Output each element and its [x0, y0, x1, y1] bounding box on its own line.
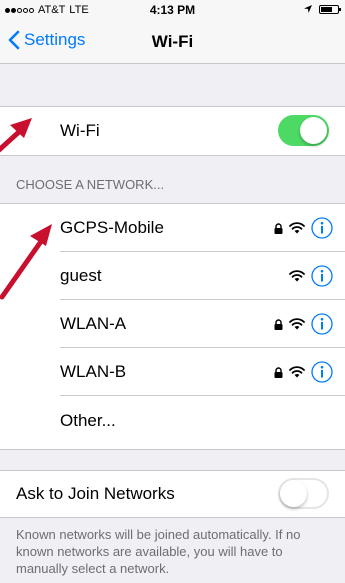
status-bar: AT&T LTE 4:13 PM	[0, 0, 345, 20]
network-row[interactable]: guest	[0, 252, 345, 300]
info-icon[interactable]	[311, 217, 333, 239]
wifi-row: Wi-Fi	[0, 107, 345, 155]
battery-icon	[319, 4, 341, 14]
ask-join-toggle[interactable]	[278, 478, 329, 509]
info-icon[interactable]	[311, 313, 333, 335]
wifi-label: Wi-Fi	[60, 121, 100, 140]
lock-icon	[274, 366, 283, 378]
status-time: 4:13 PM	[149, 3, 196, 17]
other-network-label: Other...	[60, 410, 116, 430]
toggle-knob	[300, 117, 327, 144]
network-name: WLAN-A	[60, 314, 127, 333]
ask-join-group: Ask to Join Networks	[0, 470, 345, 518]
wifi-signal-icon	[289, 318, 305, 330]
network-name: GCPS-Mobile	[60, 218, 164, 237]
network-icons	[274, 361, 333, 383]
lock-icon	[274, 318, 283, 330]
ask-join-label: Ask to Join Networks	[16, 484, 175, 503]
network-row[interactable]: WLAN-B	[0, 348, 345, 396]
network-row[interactable]: WLAN-A	[0, 300, 345, 348]
network-name: guest	[60, 266, 102, 285]
info-icon[interactable]	[311, 265, 333, 287]
page-title: Wi-Fi	[151, 32, 194, 51]
navigation-bar: Settings Wi-Fi	[0, 20, 345, 64]
wifi-signal-icon	[289, 366, 305, 378]
section-header: CHOOSE A NETWORK...	[16, 177, 165, 192]
wifi-signal-icon	[289, 270, 305, 282]
toggle-knob	[280, 480, 307, 507]
status-right	[303, 4, 341, 14]
wifi-group: Wi-Fi	[0, 106, 345, 156]
network-icons	[274, 313, 333, 335]
network-row[interactable]: GCPS-Mobile	[0, 204, 345, 252]
network-icons	[289, 265, 333, 287]
info-icon[interactable]	[311, 361, 333, 383]
wifi-signal-icon	[289, 222, 305, 234]
ask-join-footer: Known networks will be joined automatica…	[16, 527, 301, 576]
wifi-toggle[interactable]	[278, 115, 329, 146]
ask-join-row: Ask to Join Networks	[0, 471, 345, 517]
network-list: GCPS-Mobile guest WLAN-A WLAN-B Other...	[0, 203, 345, 450]
other-network-row[interactable]: Other...	[0, 396, 345, 445]
lock-icon	[274, 222, 283, 234]
network-icons	[274, 217, 333, 239]
network-name: WLAN-B	[60, 362, 127, 381]
location-arrow-icon	[304, 5, 312, 13]
